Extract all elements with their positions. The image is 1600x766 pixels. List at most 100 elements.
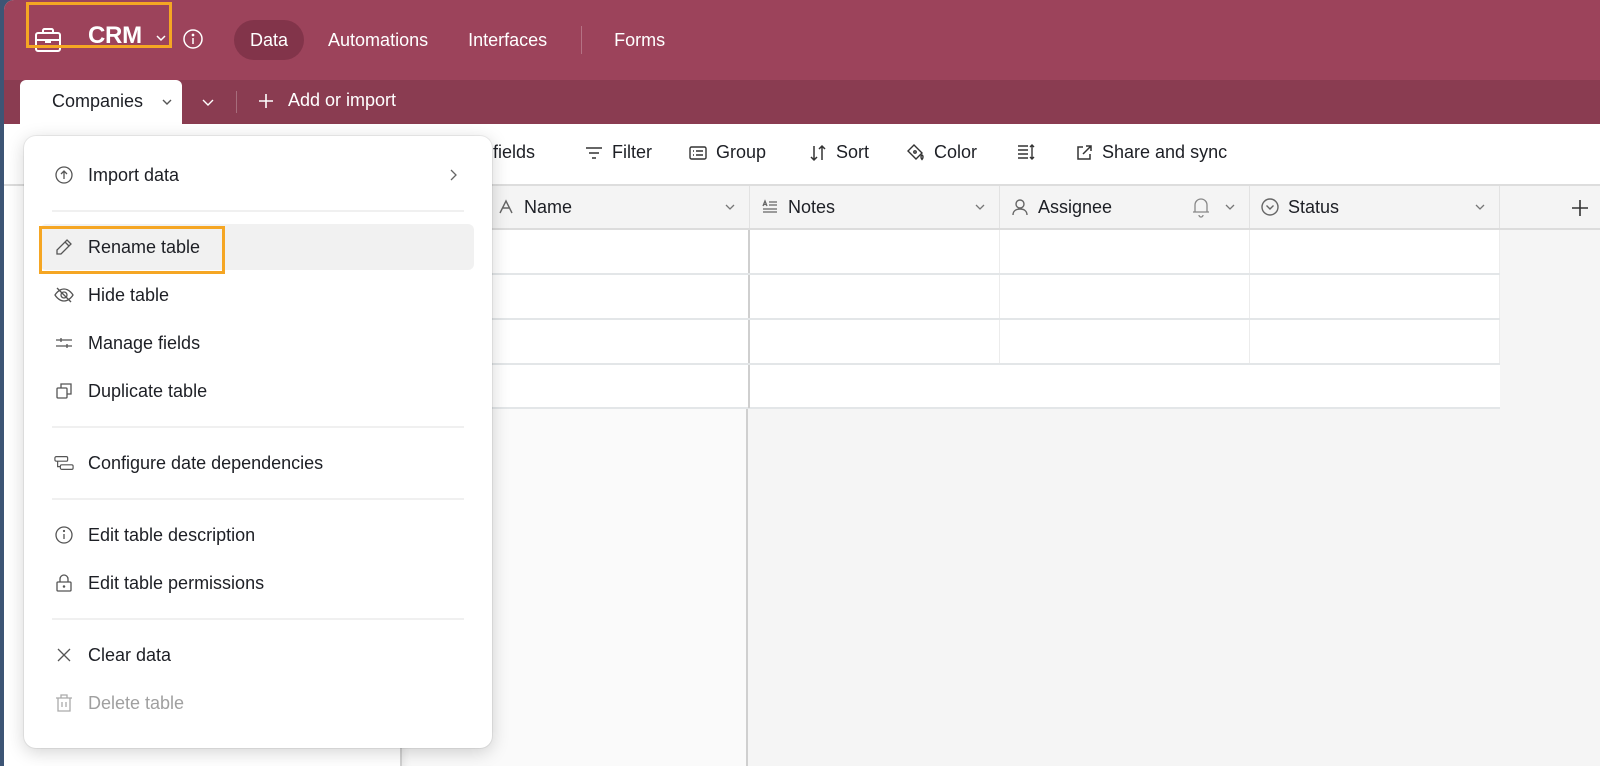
- chevron-down-icon[interactable]: [1473, 200, 1487, 214]
- add-field-button[interactable]: [1500, 186, 1600, 230]
- nav-interfaces[interactable]: Interfaces: [452, 20, 563, 60]
- grid-header: Name Notes Assignee Status: [402, 186, 1600, 230]
- x-icon: [57, 648, 71, 662]
- briefcase-icon[interactable]: [32, 24, 64, 56]
- column-label: Status: [1288, 196, 1340, 217]
- menu-item-label: Duplicate table: [88, 380, 208, 401]
- menu-item-label: Edit table description: [88, 524, 256, 545]
- menu-item-duplicate-table[interactable]: Duplicate table: [40, 368, 474, 414]
- share-and-sync-button[interactable]: Share and sync: [1074, 142, 1227, 163]
- menu-item-label: Import data: [88, 164, 180, 185]
- top-nav: Data Automations Interfaces Forms: [234, 20, 689, 60]
- app-window: CRM Data Automations Interfaces Forms Co…: [4, 0, 1600, 766]
- cell-assignee[interactable]: [1000, 230, 1250, 273]
- nav-forms[interactable]: Forms: [598, 20, 681, 60]
- cell-notes[interactable]: [750, 275, 1000, 318]
- table-row[interactable]: [402, 230, 1500, 275]
- menu-item-configure-date-dependencies[interactable]: Configure date dependencies: [40, 440, 474, 486]
- cell-assignee[interactable]: [1000, 275, 1250, 318]
- info-icon[interactable]: [182, 28, 204, 50]
- bell-icon[interactable]: [1191, 196, 1211, 218]
- table-row[interactable]: [402, 320, 1500, 365]
- trash-icon: [56, 694, 72, 712]
- filter-icon: [586, 146, 602, 159]
- filter-label: Filter: [612, 142, 652, 162]
- dependencies-icon: [54, 456, 74, 470]
- menu-item-label: Clear data: [88, 644, 172, 665]
- column-header-status[interactable]: Status: [1250, 186, 1500, 228]
- menu-item-label: Configure date dependencies: [88, 452, 324, 473]
- upload-circle-icon: [55, 166, 73, 184]
- menu-item-label: Edit table permissions: [88, 572, 265, 593]
- data-grid: Name Notes Assignee Status: [402, 186, 1600, 766]
- sort-label: Sort: [836, 142, 870, 162]
- sort-button[interactable]: Sort: [808, 142, 869, 163]
- menu-divider: [52, 618, 464, 620]
- menu-divider: [52, 210, 464, 212]
- color-label: Color: [934, 142, 978, 162]
- add-or-import-label: Add or import: [288, 90, 397, 110]
- filter-button[interactable]: Filter: [584, 142, 652, 163]
- color-button[interactable]: Color: [906, 142, 977, 163]
- external-link-icon: [1077, 144, 1092, 160]
- menu-item-delete-table: Delete table: [40, 680, 474, 726]
- add-row[interactable]: [402, 365, 1500, 409]
- column-header-name[interactable]: Name: [486, 186, 750, 228]
- column-header-notes[interactable]: Notes: [750, 186, 1000, 228]
- chevron-down-icon[interactable]: [160, 95, 174, 109]
- menu-item-import-data[interactable]: Import data: [40, 152, 474, 198]
- cell-status[interactable]: [1250, 320, 1500, 363]
- cell-status[interactable]: [1250, 230, 1500, 273]
- group-button[interactable]: Group: [688, 142, 766, 163]
- nav-automations[interactable]: Automations: [312, 20, 444, 60]
- nav-data[interactable]: Data: [234, 20, 305, 60]
- chevron-down-icon[interactable]: [723, 200, 737, 214]
- chevron-down-icon[interactable]: [973, 200, 987, 214]
- menu-item-rename-table[interactable]: Rename table: [40, 224, 474, 270]
- add-or-import-button[interactable]: Add or import: [256, 90, 396, 111]
- menu-item-edit-table-permissions[interactable]: Edit table permissions: [40, 560, 474, 606]
- pencil-icon: [56, 239, 72, 255]
- table-options-menu: Import data Rename table Hide table Mana…: [24, 136, 492, 748]
- table-tabs-bar: Companies Add or import: [4, 80, 1600, 124]
- cell-status[interactable]: [1250, 275, 1500, 318]
- row-height-button[interactable]: [1016, 142, 1044, 162]
- single-select-icon: [1261, 198, 1279, 216]
- tab-companies[interactable]: Companies: [20, 80, 182, 124]
- share-label: Share and sync: [1102, 142, 1228, 162]
- menu-item-label: Delete table: [88, 692, 185, 713]
- group-icon: [689, 145, 707, 160]
- menu-divider: [52, 426, 464, 428]
- column-label: Assignee: [1038, 196, 1113, 217]
- menu-divider: [52, 498, 464, 500]
- cell-notes[interactable]: [750, 320, 1000, 363]
- paint-bucket-icon: [907, 143, 924, 160]
- cell-notes[interactable]: [750, 230, 1000, 273]
- group-label: Group: [716, 142, 767, 162]
- menu-item-label: Manage fields: [88, 332, 201, 353]
- chevron-down-icon[interactable]: [1223, 200, 1237, 214]
- sort-icon: [810, 144, 826, 161]
- app-header: CRM Data Automations Interfaces Forms: [4, 0, 1600, 80]
- menu-item-manage-fields[interactable]: Manage fields: [40, 320, 474, 366]
- long-text-icon: [762, 199, 777, 213]
- menu-item-clear-data[interactable]: Clear data: [40, 632, 474, 678]
- menu-item-edit-table-description[interactable]: Edit table description: [40, 512, 474, 558]
- all-tables-chevron-icon[interactable]: [200, 94, 216, 110]
- cell-assignee[interactable]: [1000, 320, 1250, 363]
- chevron-right-icon: [450, 169, 457, 181]
- base-title[interactable]: CRM: [88, 22, 142, 50]
- plus-icon: [1572, 200, 1588, 216]
- tab-label: Companies: [52, 91, 144, 111]
- column-label: Name: [524, 196, 573, 217]
- lock-icon: [56, 574, 72, 592]
- column-header-assignee[interactable]: Assignee: [1000, 186, 1250, 228]
- menu-item-hide-table[interactable]: Hide table: [40, 272, 474, 318]
- table-row[interactable]: [402, 275, 1500, 320]
- chevron-down-icon[interactable]: [154, 31, 168, 45]
- nav-divider: [581, 26, 583, 54]
- menu-item-label: Hide table: [88, 284, 170, 305]
- eye-slash-icon: [54, 287, 74, 303]
- duplicate-icon: [56, 383, 72, 399]
- plus-icon: [259, 93, 273, 108]
